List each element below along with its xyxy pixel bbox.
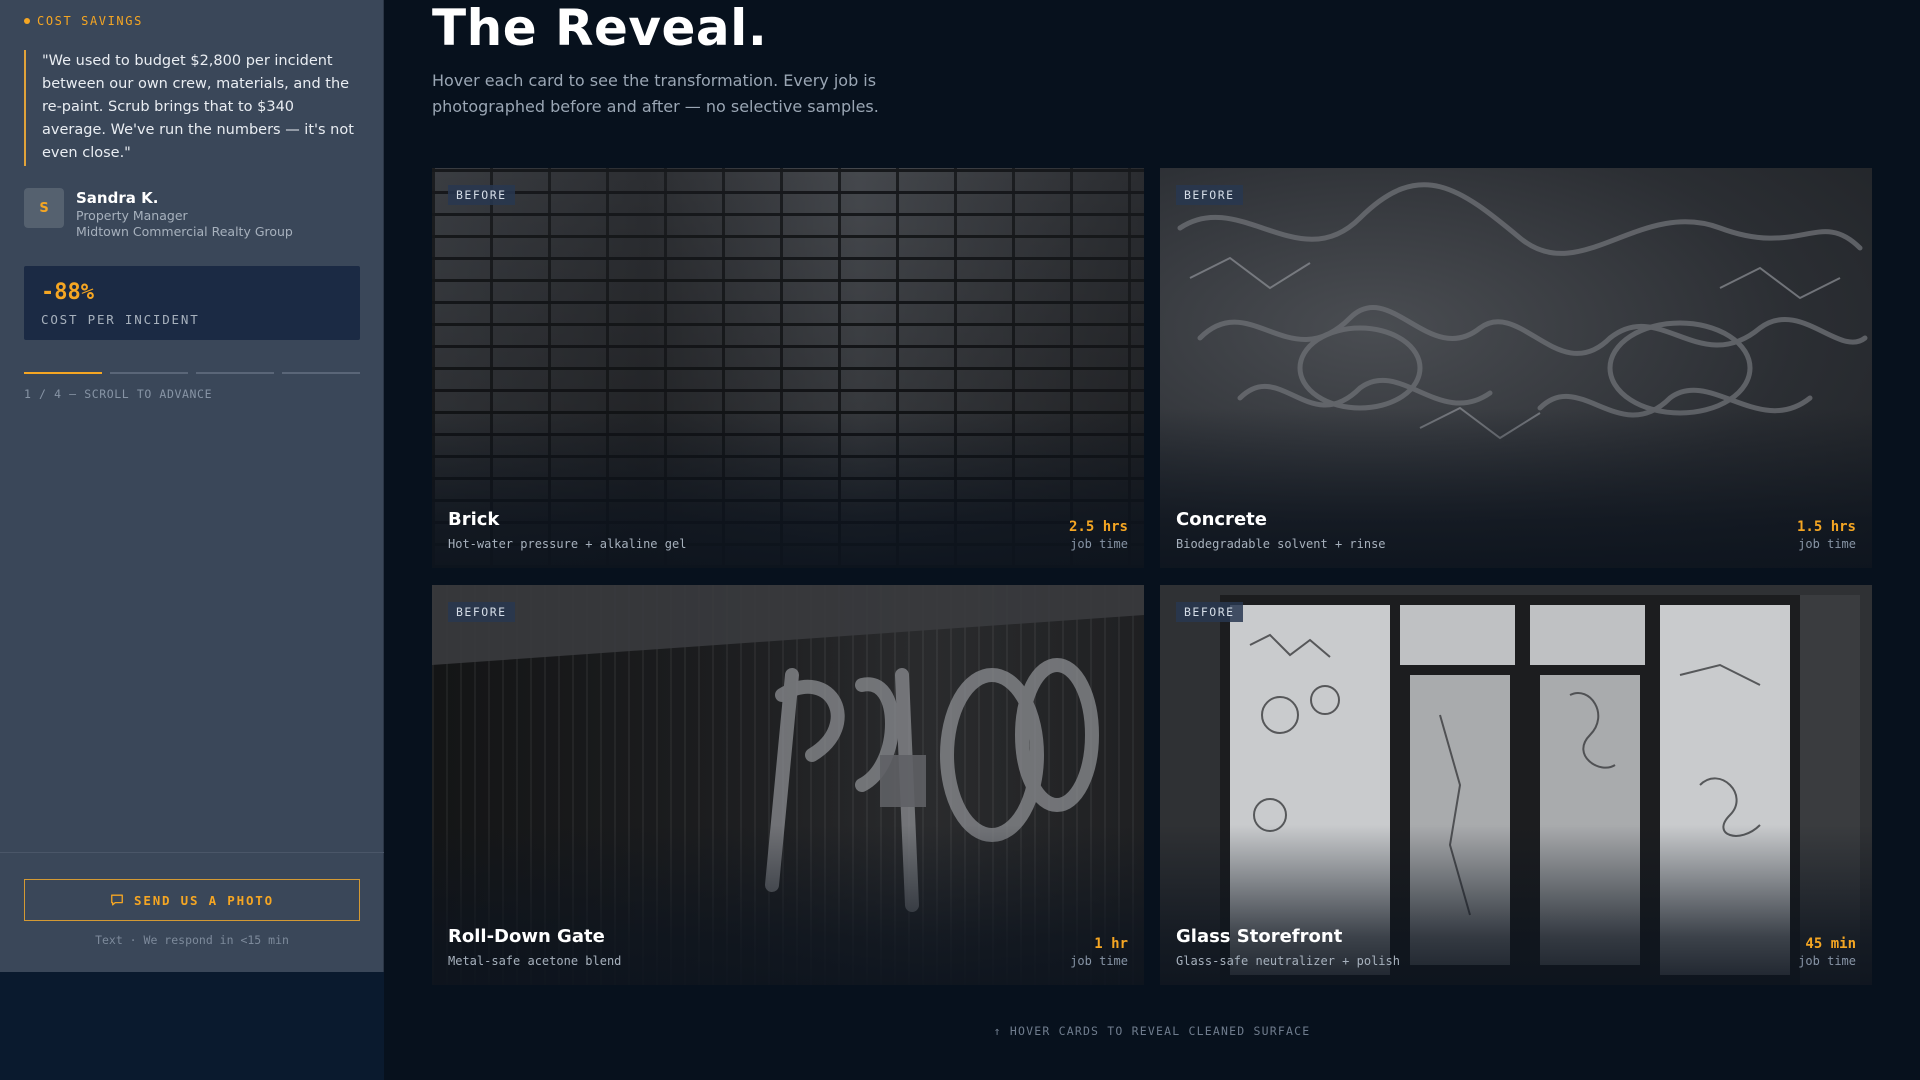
job-time-value: 1.5 hrs (1796, 519, 1856, 535)
slide-progress (24, 372, 360, 374)
before-badge: BEFORE (448, 602, 515, 622)
before-badge: BEFORE (1176, 602, 1243, 622)
author-info: Sandra K. Property Manager Midtown Comme… (76, 188, 293, 240)
hover-hint: ↑ HOVER CARDS TO REVEAL CLEANED SURFACE (993, 1024, 1311, 1038)
sidebar-footer: SEND US A PHOTO Text · We respond in <15… (0, 852, 384, 972)
card-title: Brick (448, 509, 500, 530)
before-badge: BEFORE (448, 185, 515, 205)
progress-segment[interactable] (110, 372, 188, 374)
response-time-note: Text · We respond in <15 min (95, 933, 289, 947)
card-title: Concrete (1176, 509, 1267, 530)
progress-segment[interactable] (282, 372, 360, 374)
quote-accent-bar (24, 50, 26, 166)
author-company: Midtown Commercial Realty Group (76, 224, 293, 239)
card-method: Metal-safe acetone blend (448, 954, 622, 968)
card-method: Hot-water pressure + alkaline gel (448, 537, 687, 551)
testimonial-quote: "We used to budget $2,800 per incident b… (42, 53, 354, 161)
card-method: Glass-safe neutralizer + polish (1176, 954, 1400, 968)
bullet-dot-icon (24, 18, 30, 24)
sidebar: COST SAVINGS "We used to budget $2,800 p… (0, 0, 384, 972)
job-time-label: job time (1070, 954, 1128, 968)
card-title: Roll-Down Gate (448, 926, 605, 947)
page-title: The Reveal. (432, 0, 768, 57)
author-name: Sandra K. (76, 189, 159, 207)
avatar: S (24, 188, 64, 228)
surface-card-brick[interactable]: BEFORE Brick Hot-water pressure + alkali… (432, 168, 1144, 568)
sidebar-bottom-area (0, 972, 384, 1080)
card-method: Biodegradable solvent + rinse (1176, 537, 1386, 551)
page-subtitle: Hover each card to see the transformatio… (432, 71, 879, 116)
progress-segment[interactable] (24, 372, 102, 374)
testimonial-author: S Sandra K. Property Manager Midtown Com… (24, 188, 293, 240)
job-time-value: 45 min (1805, 936, 1856, 952)
surface-card-gate[interactable]: BEFORE Roll-Down Gate Metal-safe acetone… (432, 585, 1144, 985)
before-badge: BEFORE (1176, 185, 1243, 205)
job-time-value: 2.5 hrs (1068, 519, 1128, 535)
stat-label: COST PER INCIDENT (41, 312, 200, 327)
surface-card-concrete[interactable]: BEFORE Concrete Biodegradable solvent + … (1160, 168, 1872, 568)
send-photo-label: SEND US A PHOTO (134, 892, 274, 908)
progress-segment[interactable] (196, 372, 274, 374)
stat-card: -88% COST PER INCIDENT (24, 266, 360, 340)
eyebrow-label: COST SAVINGS (37, 14, 143, 28)
progress-text: 1 / 4 — SCROLL TO ADVANCE (24, 387, 213, 401)
section-eyebrow: COST SAVINGS (24, 14, 143, 28)
job-time-label: job time (1798, 954, 1856, 968)
card-title: Glass Storefront (1176, 926, 1343, 947)
send-photo-button[interactable]: SEND US A PHOTO (24, 879, 360, 921)
job-time-label: job time (1798, 537, 1856, 551)
surface-card-glass[interactable]: BEFORE Glass Storefront Glass-safe neutr… (1160, 585, 1872, 985)
job-time-label: job time (1070, 537, 1128, 551)
author-role: Property Manager (76, 208, 188, 223)
stat-value: -88% (41, 280, 94, 305)
chat-bubble-icon (111, 894, 123, 906)
job-time-value: 1 hr (1094, 936, 1128, 952)
